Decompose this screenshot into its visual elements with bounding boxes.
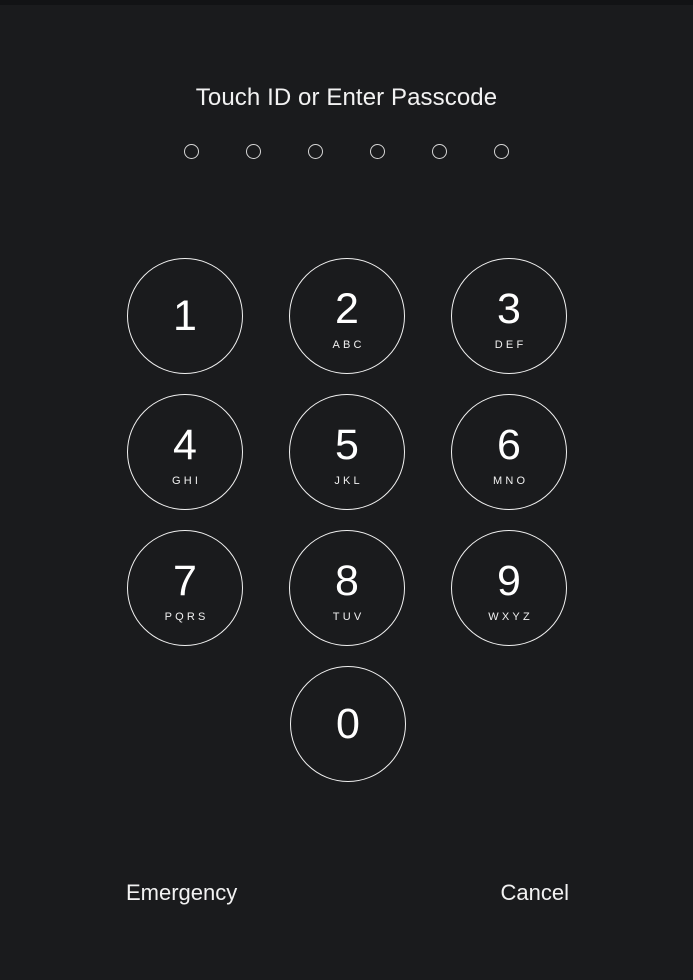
key-digit: 9: [497, 557, 521, 605]
key-letters: WXYZ: [488, 611, 533, 623]
key-letters: PQRS: [164, 611, 209, 623]
keypad-row: 0: [127, 666, 569, 782]
passcode-dot: [370, 144, 385, 159]
passcode-dot: [246, 144, 261, 159]
status-bar-strip: [0, 0, 693, 5]
key-digit: 4: [173, 421, 197, 469]
bottom-action-bar: Emergency Cancel: [126, 879, 569, 907]
keypad-key-2[interactable]: 2 ABC: [289, 258, 405, 374]
keypad-key-5[interactable]: 5 JKL: [289, 394, 405, 510]
key-digit: 5: [335, 421, 359, 469]
key-digit: 6: [497, 421, 521, 469]
lock-screen: Touch ID or Enter Passcode 1 2 ABC 3 DEF…: [0, 0, 693, 980]
keypad-key-4[interactable]: 4 GHI: [127, 394, 243, 510]
key-letters: ABC: [332, 339, 365, 351]
keypad-row: 7 PQRS 8 TUV 9 WXYZ: [127, 530, 569, 646]
keypad-key-0[interactable]: 0: [290, 666, 406, 782]
passcode-dot: [494, 144, 509, 159]
passcode-prompt-title: Touch ID or Enter Passcode: [195, 84, 498, 111]
keypad-key-3[interactable]: 3 DEF: [451, 258, 567, 374]
key-digit: 8: [335, 557, 359, 605]
key-digit: 3: [497, 285, 521, 333]
passcode-dot: [308, 144, 323, 159]
keypad-key-8[interactable]: 8 TUV: [289, 530, 405, 646]
passcode-dot: [184, 144, 199, 159]
key-letters: MNO: [492, 475, 529, 487]
keypad-key-9[interactable]: 9 WXYZ: [451, 530, 567, 646]
passcode-dot: [432, 144, 447, 159]
key-digit: 0: [336, 700, 360, 748]
keypad-row: 4 GHI 5 JKL 6 MNO: [127, 394, 569, 510]
keypad-row: 1 2 ABC 3 DEF: [127, 258, 569, 374]
keypad-key-7[interactable]: 7 PQRS: [127, 530, 243, 646]
cancel-button[interactable]: Cancel: [501, 879, 569, 907]
emergency-button[interactable]: Emergency: [126, 879, 237, 907]
key-letters: TUV: [332, 611, 365, 623]
key-letters: DEF: [494, 339, 527, 351]
key-digit: 2: [335, 285, 359, 333]
keypad-key-1[interactable]: 1: [127, 258, 243, 374]
key-digit: 7: [173, 557, 197, 605]
key-letters: GHI: [172, 475, 202, 487]
key-letters: JKL: [334, 475, 363, 487]
passcode-keypad: 1 2 ABC 3 DEF 4 GHI 5 JKL 6 MNO 7 PQRS 8…: [127, 258, 569, 782]
passcode-dots: [0, 144, 693, 159]
key-digit: 1: [173, 292, 197, 340]
keypad-key-6[interactable]: 6 MNO: [451, 394, 567, 510]
